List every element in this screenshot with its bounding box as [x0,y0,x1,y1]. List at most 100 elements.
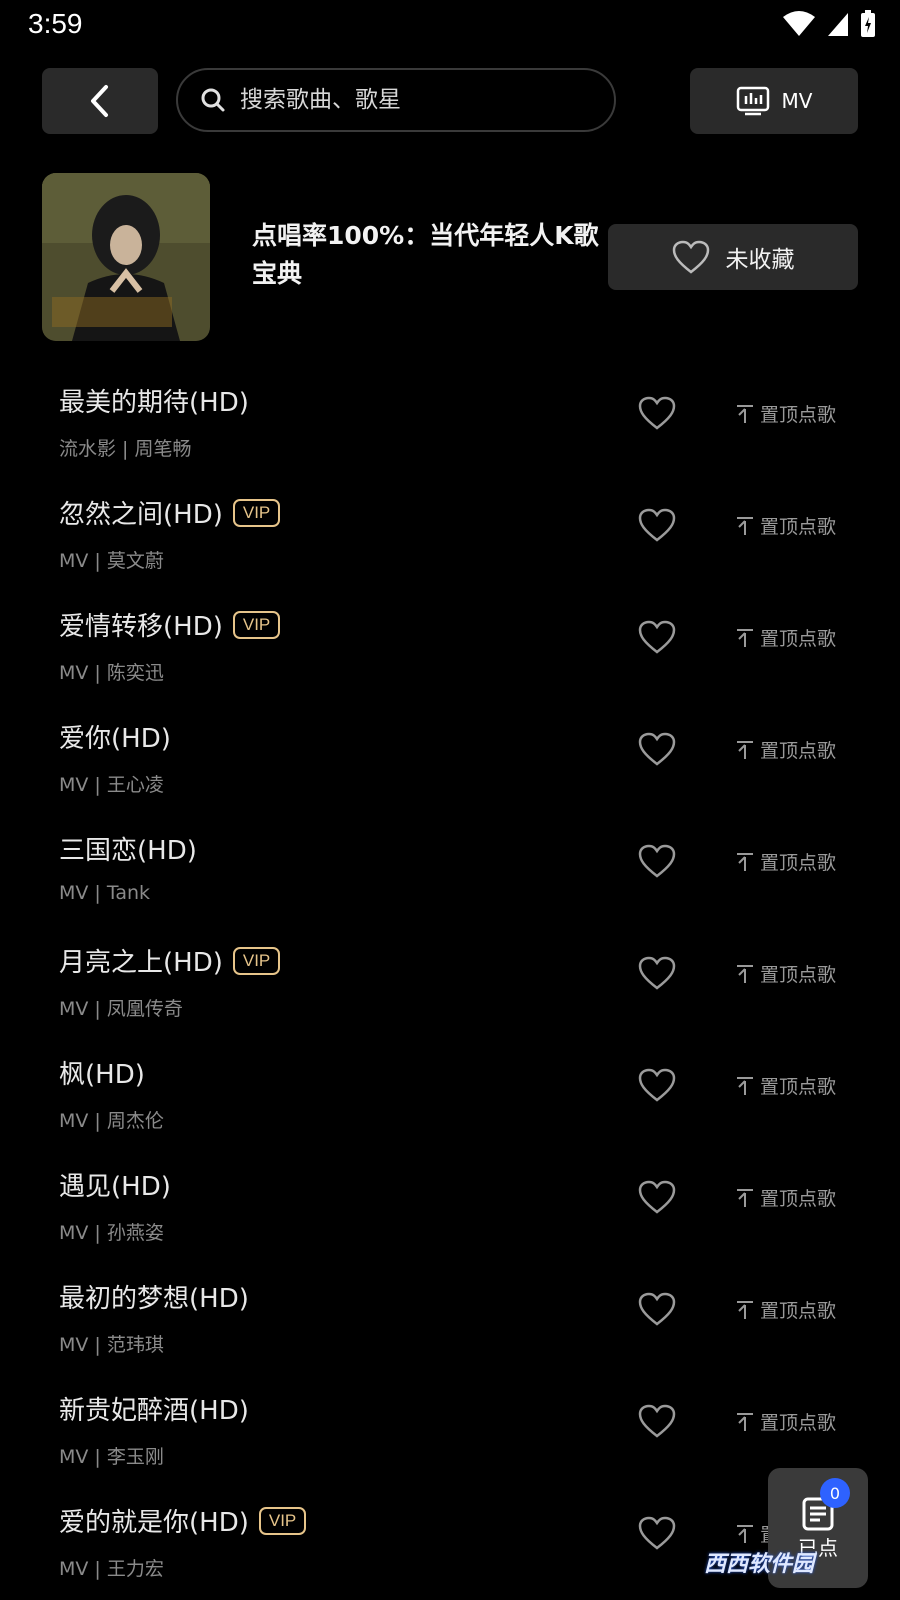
back-button[interactable] [42,68,158,134]
mv-label: MV [781,89,813,113]
battery-icon [861,10,875,37]
pin-top-button[interactable]: 置顶点歌 [736,848,836,875]
heart-icon[interactable] [638,508,676,542]
song-title: 月亮之上(HD) [59,948,223,978]
song-subtitle: MV | 莫文蔚 [59,550,164,572]
song-title: 爱情转移(HD) [59,612,223,642]
pin-top-label: 置顶点歌 [760,1076,837,1098]
pin-top-icon [737,628,753,647]
song-title: 新贵妃醉酒(HD) [59,1396,249,1426]
status-icons [782,10,876,38]
song-title-wrap: 忽然之间(HD) VIP [59,494,281,531]
pin-top-button[interactable]: 置顶点歌 [736,400,836,427]
wifi-icon [783,11,815,36]
heart-icon[interactable] [638,956,676,990]
song-subtitle: MV | 凤凰传奇 [59,998,183,1020]
heart-icon[interactable] [638,396,676,430]
heart-icon[interactable] [638,1068,676,1102]
song-subtitle: MV | 周杰伦 [59,1110,164,1132]
pin-top-icon [737,404,753,423]
pin-top-label: 置顶点歌 [760,740,837,762]
pin-top-button[interactable]: 置顶点歌 [736,1184,836,1211]
heart-icon[interactable] [638,1292,676,1326]
pin-top-icon [737,516,753,535]
song-row[interactable]: 新贵妃醉酒(HD) MV | 李玉刚 置顶点歌 [0,1376,900,1488]
song-row[interactable]: 月亮之上(HD) VIP MV | 凤凰传奇 置顶点歌 [0,928,900,1040]
signal-icon [828,13,848,36]
song-title-wrap: 枫(HD) [59,1054,145,1091]
song-title: 遇见(HD) [59,1172,171,1202]
pin-top-icon [737,1300,753,1319]
heart-icon [672,240,709,274]
vip-badge: VIP [232,946,281,975]
pin-top-label: 置顶点歌 [760,1188,837,1210]
song-title: 最美的期待(HD) [59,388,249,418]
song-row[interactable]: 枫(HD) MV | 周杰伦 置顶点歌 [0,1040,900,1152]
pin-top-label: 置顶点歌 [760,628,837,650]
queue-count-badge: 0 [820,1478,850,1508]
song-title-wrap: 爱的就是你(HD) VIP [59,1502,307,1539]
song-subtitle: MV | 孙燕姿 [59,1222,164,1244]
song-title: 忽然之间(HD) [59,500,223,530]
chevron-left-icon [91,85,108,117]
pin-top-label: 置顶点歌 [760,1300,837,1322]
heart-icon[interactable] [638,844,676,878]
pin-top-button[interactable]: 置顶点歌 [736,736,836,763]
search-box[interactable] [176,68,616,132]
song-title: 枫(HD) [59,1060,145,1090]
pin-top-icon [737,740,753,759]
vip-badge: VIP [232,610,281,639]
song-title-wrap: 爱情转移(HD) VIP [59,606,281,643]
pin-top-button[interactable]: 置顶点歌 [736,624,836,651]
song-subtitle: MV | 王心凌 [59,774,164,796]
song-row[interactable]: 遇见(HD) MV | 孙燕姿 置顶点歌 [0,1152,900,1264]
song-title: 三国恋(HD) [59,836,197,866]
song-row[interactable]: 三国恋(HD) MV | Tank 置顶点歌 [0,816,900,928]
heart-icon[interactable] [638,1180,676,1214]
song-row[interactable]: 爱你(HD) MV | 王心凌 置顶点歌 [0,704,900,816]
song-title-wrap: 最美的期待(HD) [59,382,249,419]
pin-top-button[interactable]: 置顶点歌 [736,1072,836,1099]
album-header: 点唱率100%：当代年轻人K歌宝典 未收藏 [0,173,900,341]
song-title-wrap: 最初的梦想(HD) [59,1278,249,1315]
song-subtitle: MV | 王力宏 [59,1558,164,1580]
pin-top-icon [737,1188,753,1207]
song-title: 爱你(HD) [59,724,171,754]
heart-icon[interactable] [638,732,676,766]
song-list: 最美的期待(HD) 流水影 | 周笔畅 置顶点歌 忽然之间(HD) VIP MV | 莫文… [0,368,900,1600]
search-icon [200,87,226,113]
pin-top-icon [737,964,753,983]
pin-top-button[interactable]: 置顶点歌 [736,1408,836,1435]
song-subtitle: 流水影 | 周笔畅 [59,438,192,460]
mv-button[interactable]: MV [690,68,858,134]
song-row[interactable]: 爱的就是你(HD)VIPMV | 王力宏置顶点歌 [0,1488,900,1600]
song-subtitle: MV | 李玉刚 [59,1446,164,1468]
pin-top-button[interactable]: 置顶点歌 [736,512,836,539]
song-subtitle: MV | 范玮琪 [59,1334,164,1356]
pin-top-icon [737,1524,753,1543]
song-row[interactable]: 爱情转移(HD) VIP MV | 陈奕迅 置顶点歌 [0,592,900,704]
status-time: 3:59 [28,8,83,39]
pin-top-button[interactable]: 置顶点歌 [736,1296,836,1323]
vip-badge: VIP [258,1506,307,1535]
search-input[interactable] [238,86,602,114]
pin-top-button[interactable]: 置顶点歌 [736,960,836,987]
pin-top-label: 置顶点歌 [760,404,837,426]
pin-top-icon [737,1412,753,1431]
song-row[interactable]: 最美的期待(HD) 流水影 | 周笔畅 置顶点歌 [0,368,900,480]
heart-icon[interactable] [638,1516,676,1550]
album-cover [42,173,210,341]
song-title: 爱的就是你(HD) [59,1508,249,1538]
song-title-wrap: 三国恋(HD) [59,830,197,867]
pin-top-label: 置顶点歌 [760,516,837,538]
favorite-button[interactable]: 未收藏 [608,224,858,290]
song-row[interactable]: 忽然之间(HD) VIP MV | 莫文蔚 置顶点歌 [0,480,900,592]
monitor-chart-icon [736,86,769,116]
song-title-wrap: 遇见(HD) [59,1166,171,1203]
pin-top-label: 置顶点歌 [760,964,837,986]
heart-icon[interactable] [638,1404,676,1438]
song-row[interactable]: 最初的梦想(HD) MV | 范玮琪 置顶点歌 [0,1264,900,1376]
song-title: 最初的梦想(HD) [59,1284,249,1314]
heart-icon[interactable] [638,620,676,654]
song-title-wrap: 月亮之上(HD) VIP [59,942,281,979]
